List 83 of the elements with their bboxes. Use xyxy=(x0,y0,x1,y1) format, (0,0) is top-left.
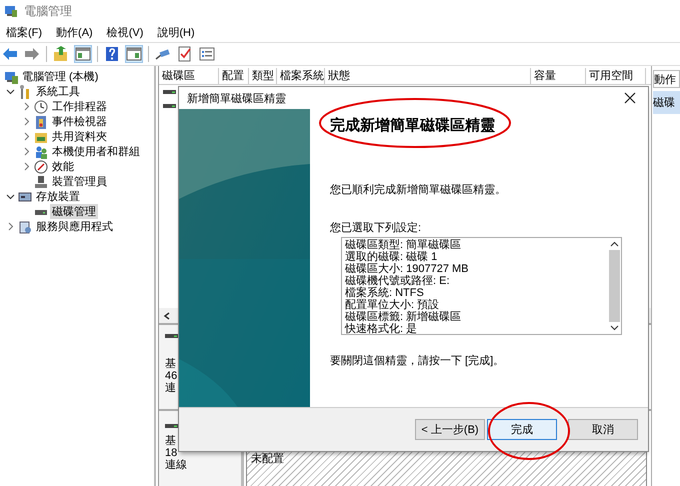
tree-item[interactable]: 裝置管理員 xyxy=(50,174,109,189)
column-header[interactable]: 容量 xyxy=(531,68,586,84)
column-header[interactable]: 檔案系統 xyxy=(277,68,325,84)
scroll-left-icon[interactable] xyxy=(163,312,171,320)
settings-line: 磁碟機代號或路徑: E: xyxy=(345,275,451,287)
settings-label: 您已選取下列設定: xyxy=(330,220,422,235)
window-title: 電腦管理 xyxy=(24,2,72,20)
settings-line: 快速格式化: 是 xyxy=(345,323,418,335)
disk-info-text: 基 xyxy=(165,435,177,447)
computer-icon xyxy=(4,70,18,84)
pane-icon[interactable] xyxy=(75,46,91,62)
action-item[interactable]: 磁碟 xyxy=(653,91,680,114)
expand-chevron-icon[interactable] xyxy=(22,162,30,171)
column-header[interactable]: 磁碟區 xyxy=(159,68,219,84)
expand-chevron-icon[interactable] xyxy=(22,147,30,156)
intro-text: 您已順利完成新增簡單磁碟區精靈。 xyxy=(330,182,507,197)
column-header[interactable]: 狀態 xyxy=(325,68,531,84)
settings-line: 檔案系統: NTFS xyxy=(345,287,425,299)
gauge-icon xyxy=(34,160,48,174)
wizard-heading: 完成新增簡單磁碟區精靈 xyxy=(330,116,496,135)
column-header[interactable]: 可用空間 xyxy=(586,68,646,84)
tree-item[interactable]: 服務與應用程式 xyxy=(34,219,115,234)
folder-up-icon[interactable] xyxy=(53,46,69,62)
tree-item[interactable]: 工作排程器 xyxy=(50,99,109,114)
disk-info-text: 連 xyxy=(165,382,177,394)
expand-chevron-icon[interactable] xyxy=(22,132,30,141)
wizard-button[interactable]: 完成 xyxy=(487,419,557,440)
tree-item[interactable]: 事件檢視器 xyxy=(50,114,109,129)
help-icon[interactable] xyxy=(104,46,120,62)
menu-item[interactable]: 檢視(V) xyxy=(106,24,144,40)
column-header[interactable]: 配置 xyxy=(219,68,249,84)
action-pane-header: 動作 xyxy=(653,70,680,88)
forward-arrow-icon[interactable] xyxy=(24,46,40,62)
tree-item[interactable]: 系統工具 xyxy=(34,84,82,99)
back-arrow-icon[interactable] xyxy=(2,46,18,62)
expand-chevron-icon[interactable] xyxy=(22,117,30,126)
storage-icon xyxy=(18,190,32,204)
users-icon xyxy=(34,144,48,158)
close-icon[interactable] xyxy=(624,92,636,104)
check-document-icon[interactable] xyxy=(177,46,193,62)
tree-item[interactable]: 存放裝置 xyxy=(34,189,82,204)
disk-drive-icon xyxy=(163,103,177,109)
settings-line: 配置單位大小: 預設 xyxy=(345,299,440,311)
settings-listbox[interactable]: 磁碟區類型: 簡單磁碟區 選取的磁碟: 磁碟 1 磁碟區大小: 1907727 MB 磁碟機代號或路徑: E: 檔案系統: NTFS 配置單位大小: 預設 磁碟區標籤: 新增磁碟區 快速格式化: 是 xyxy=(341,237,622,335)
wizard-button[interactable]: < 上一步(B) xyxy=(415,419,485,440)
settings-line: 磁碟區類型: 簡單磁碟區 xyxy=(345,239,462,251)
column-header[interactable]: 類型 xyxy=(249,68,277,84)
scroll-thumb[interactable] xyxy=(608,250,620,322)
settings-line: 磁碟區標籤: 新增磁碟區 xyxy=(345,311,462,323)
tree-item[interactable]: 效能 xyxy=(50,159,76,174)
scroll-up-icon[interactable] xyxy=(610,241,618,247)
disk-drive-icon xyxy=(165,333,179,339)
menu-item[interactable]: 檔案(F) xyxy=(6,24,42,40)
disk-info-text: 46 xyxy=(165,370,178,382)
tools-icon xyxy=(18,84,32,98)
expand-chevron-icon[interactable] xyxy=(22,102,30,111)
clock-icon xyxy=(34,100,48,114)
scroll-down-icon[interactable] xyxy=(610,325,618,331)
tree-item[interactable]: 本機使用者和群組 xyxy=(50,144,142,159)
wizard-button[interactable]: 取消 xyxy=(568,419,638,440)
tree-item[interactable]: 磁碟管理 xyxy=(50,204,98,219)
disk-info-text: 18 xyxy=(165,447,178,459)
log-icon xyxy=(34,114,48,128)
settings-line: 選取的磁碟: 磁碟 1 xyxy=(345,251,438,263)
settings-line: 磁碟區大小: 1907727 MB xyxy=(345,263,470,275)
pane-icon[interactable] xyxy=(126,46,142,62)
disk-info-text: 基 xyxy=(165,358,177,370)
computer-icon xyxy=(4,4,18,18)
collapse-chevron-icon[interactable] xyxy=(6,192,14,201)
menu-item[interactable]: 說明(H) xyxy=(157,24,195,40)
collapse-chevron-icon[interactable] xyxy=(6,87,14,96)
device-icon xyxy=(34,174,48,188)
disk-drive-icon xyxy=(163,89,177,95)
services-icon xyxy=(18,220,32,234)
disk-info-text: 連線 xyxy=(165,459,188,471)
list-icon[interactable] xyxy=(199,46,215,62)
tree-item[interactable]: 電腦管理 (本機) xyxy=(20,69,100,84)
tree-item[interactable]: 共用資料夾 xyxy=(50,129,109,144)
closing-text: 要關閉這個精靈，請按一下 [完成]。 xyxy=(330,354,506,368)
expand-chevron-icon[interactable] xyxy=(6,222,14,231)
dialog-title: 新增簡單磁碟區精靈 xyxy=(187,92,286,106)
menu-item[interactable]: 動作(A) xyxy=(56,24,93,40)
disk-drive-icon xyxy=(165,423,179,429)
